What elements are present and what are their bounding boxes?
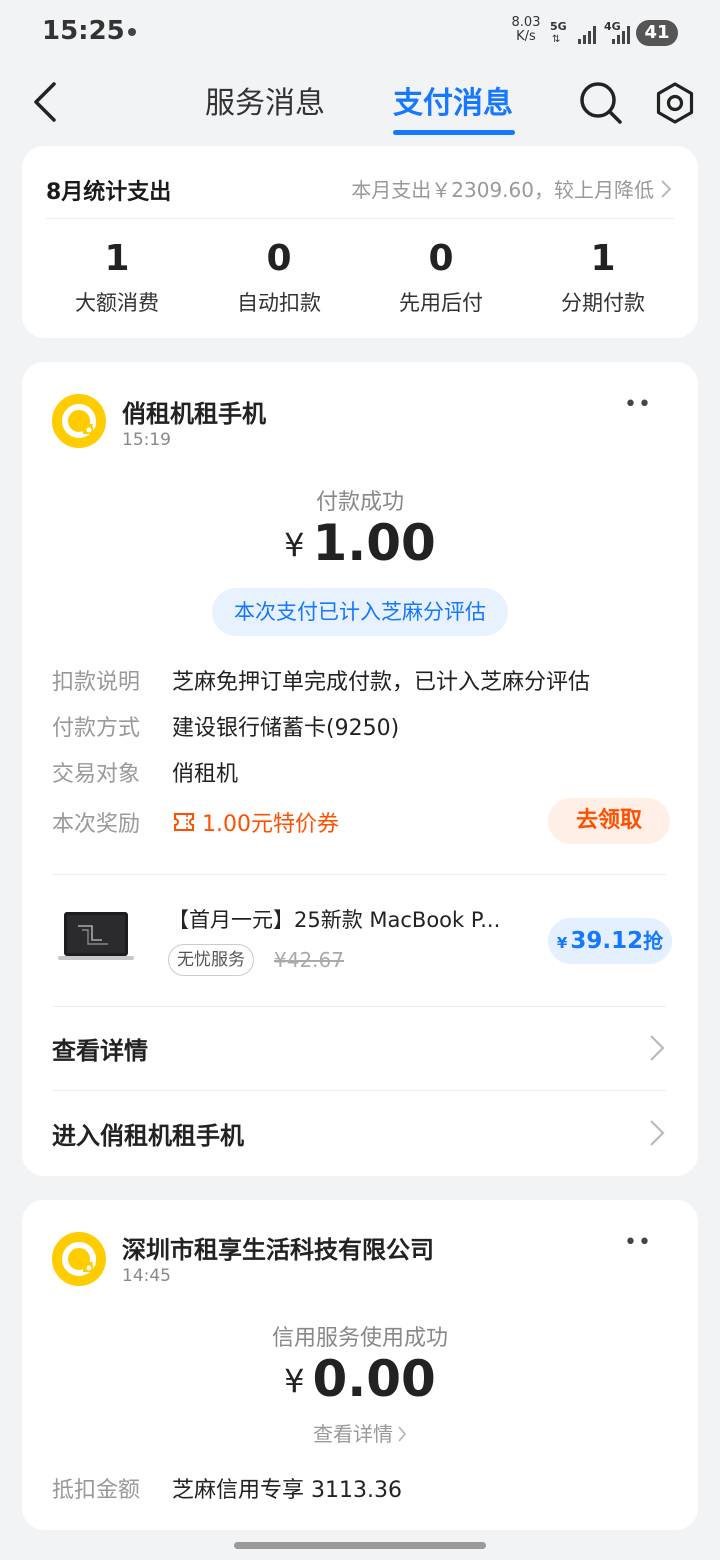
payment-amount: ¥0.00 — [22, 1350, 698, 1408]
chevron-right-icon — [398, 1426, 407, 1442]
coupon-info: 1.00元特价券 — [172, 806, 339, 838]
detail-row: 付款方式 建设银行储蓄卡(9250) — [52, 710, 399, 742]
currency-symbol: ¥ — [284, 1362, 305, 1400]
detail-key: 扣款说明 — [52, 670, 141, 695]
payment-amount: ¥1.00 — [22, 514, 698, 572]
detail-key: 本次奖励 — [52, 812, 141, 837]
payment-status: 信用服务使用成功 — [271, 1326, 448, 1351]
detail-row: 交易对象 俏租机 — [52, 756, 238, 788]
stat-value: 0 — [428, 238, 454, 279]
detail-key: 抵扣金额 — [52, 1478, 141, 1503]
payment-message-card: 深圳市租享生活科技有限公司 14:45 •• 信用服务使用成功 ¥0.00 查看… — [22, 1200, 698, 1530]
product-original-price: ¥42.67 — [274, 948, 344, 972]
network-speed-unit: K/s — [516, 29, 536, 44]
stat-value: 1 — [104, 238, 130, 279]
network-speed: 8.03 K/s — [508, 16, 544, 44]
stat-value: 0 — [266, 238, 292, 279]
status-bar: 15:25 8.03 K/s 5G ⇅ 4G 41 — [0, 0, 720, 66]
payment-message-card: 俏租机租手机 15:19 •• 付款成功 ¥1.00 本次支付已计入芝麻分评估 … — [22, 362, 698, 1176]
claim-coupon-button[interactable]: 去领取 — [548, 798, 670, 844]
stat-pay-later[interactable]: 0 先用后付 — [360, 238, 522, 317]
detail-key: 交易对象 — [52, 762, 141, 787]
chevron-right-icon — [650, 1120, 665, 1146]
tab-service-messages[interactable]: 服务消息 — [205, 78, 325, 122]
product-image[interactable] — [58, 910, 134, 962]
stat-large-spend[interactable]: 1 大额消费 — [36, 238, 198, 317]
chevron-right-icon — [661, 179, 672, 198]
summary-detail-text: 本月支出￥2309.60，较上月降低 — [351, 178, 654, 202]
payment-status: 付款成功 — [315, 490, 404, 515]
stat-auto-debit[interactable]: 0 自动扣款 — [198, 238, 360, 317]
merchant-name: 深圳市租享生活科技有限公司 — [122, 1236, 434, 1264]
monthly-summary-card: 8月统计支出 本月支出￥2309.60，较上月降低 1 大额消费 0 自动扣款 … — [22, 146, 698, 338]
sim1-network-label: 5G — [550, 20, 567, 33]
merchant-name: 俏租机租手机 — [122, 400, 266, 428]
coupon-icon — [174, 813, 194, 831]
enter-merchant-link[interactable]: 进入俏租机租手机 — [52, 1093, 666, 1173]
summary-stats: 1 大额消费 0 自动扣款 0 先用后付 1 分期付款 — [22, 238, 698, 317]
grab-label: 抢 — [643, 929, 664, 953]
view-details-link[interactable]: 查看详情 — [52, 1008, 666, 1088]
back-arrow-icon[interactable] — [30, 80, 60, 124]
coupon-label: 1.00元特价券 — [202, 812, 339, 837]
reward-row: 本次奖励 1.00元特价券 — [52, 806, 339, 838]
divider — [52, 874, 666, 875]
link-label: 进入俏租机租手机 — [52, 1121, 244, 1150]
network-speed-value: 8.03 — [511, 15, 541, 30]
product-tag: 无忧服务 — [168, 944, 254, 976]
divider — [52, 1090, 666, 1091]
deal-price: 39.12 — [570, 928, 644, 954]
product-title[interactable]: 【首月一元】25新款 MacBook P... — [168, 904, 500, 934]
detail-value: 建设银行储蓄卡(9250) — [172, 716, 400, 741]
currency-symbol: ¥ — [284, 526, 305, 564]
message-time: 15:19 — [122, 430, 171, 450]
message-time: 14:45 — [122, 1266, 171, 1286]
status-time: 15:25 — [42, 16, 125, 46]
view-detail-label: 查看详情 — [313, 1422, 393, 1446]
tab-payment-messages[interactable]: 支付消息 — [393, 78, 513, 122]
amount-value: 1.00 — [312, 514, 436, 572]
stat-label: 分期付款 — [561, 291, 645, 315]
gear-icon[interactable] — [652, 80, 698, 126]
stat-label: 先用后付 — [399, 291, 483, 315]
stat-value: 1 — [590, 238, 616, 279]
summary-title: 8月统计支出 — [46, 180, 172, 205]
home-indicator[interactable] — [234, 1542, 486, 1549]
notification-dot-icon — [128, 28, 136, 36]
stat-label: 自动扣款 — [237, 291, 321, 315]
data-arrows-icon: ⇅ — [552, 34, 561, 45]
currency-symbol: ¥ — [556, 934, 568, 952]
signal-strength-icon — [578, 24, 596, 44]
detail-value: 芝麻免押订单完成付款，已计入芝麻分评估 — [172, 670, 591, 695]
summary-detail-link[interactable]: 本月支出￥2309.60，较上月降低 — [351, 174, 672, 203]
zhima-score-badge: 本次支付已计入芝麻分评估 — [212, 588, 508, 636]
amount-value: 0.00 — [312, 1350, 436, 1408]
grab-deal-button[interactable]: ¥39.12抢 — [548, 918, 672, 964]
more-options-icon[interactable]: •• — [624, 1230, 652, 1255]
detail-row: 扣款说明 芝麻免押订单完成付款，已计入芝麻分评估 — [52, 664, 590, 696]
stat-label: 大额消费 — [75, 291, 159, 315]
more-options-icon[interactable]: •• — [624, 392, 652, 417]
divider — [46, 218, 674, 219]
stat-installments[interactable]: 1 分期付款 — [522, 238, 684, 317]
detail-value: 俏租机 — [172, 762, 239, 787]
link-label: 查看详情 — [52, 1036, 148, 1065]
active-tab-indicator — [393, 130, 515, 135]
merchant-logo-icon — [52, 394, 106, 448]
view-detail-link[interactable]: 查看详情 — [22, 1418, 698, 1447]
chevron-right-icon — [650, 1035, 665, 1061]
detail-value: 芝麻信用专享 3113.36 — [172, 1478, 402, 1503]
battery-indicator: 41 — [636, 20, 678, 46]
divider — [52, 1006, 666, 1007]
detail-row: 抵扣金额 芝麻信用专享 3113.36 — [52, 1472, 402, 1504]
search-icon[interactable] — [576, 78, 624, 126]
nav-bar: 服务消息 支付消息 — [0, 66, 720, 142]
detail-key: 付款方式 — [52, 716, 141, 741]
merchant-logo-icon — [52, 1232, 106, 1286]
signal-strength-icon — [612, 24, 630, 44]
